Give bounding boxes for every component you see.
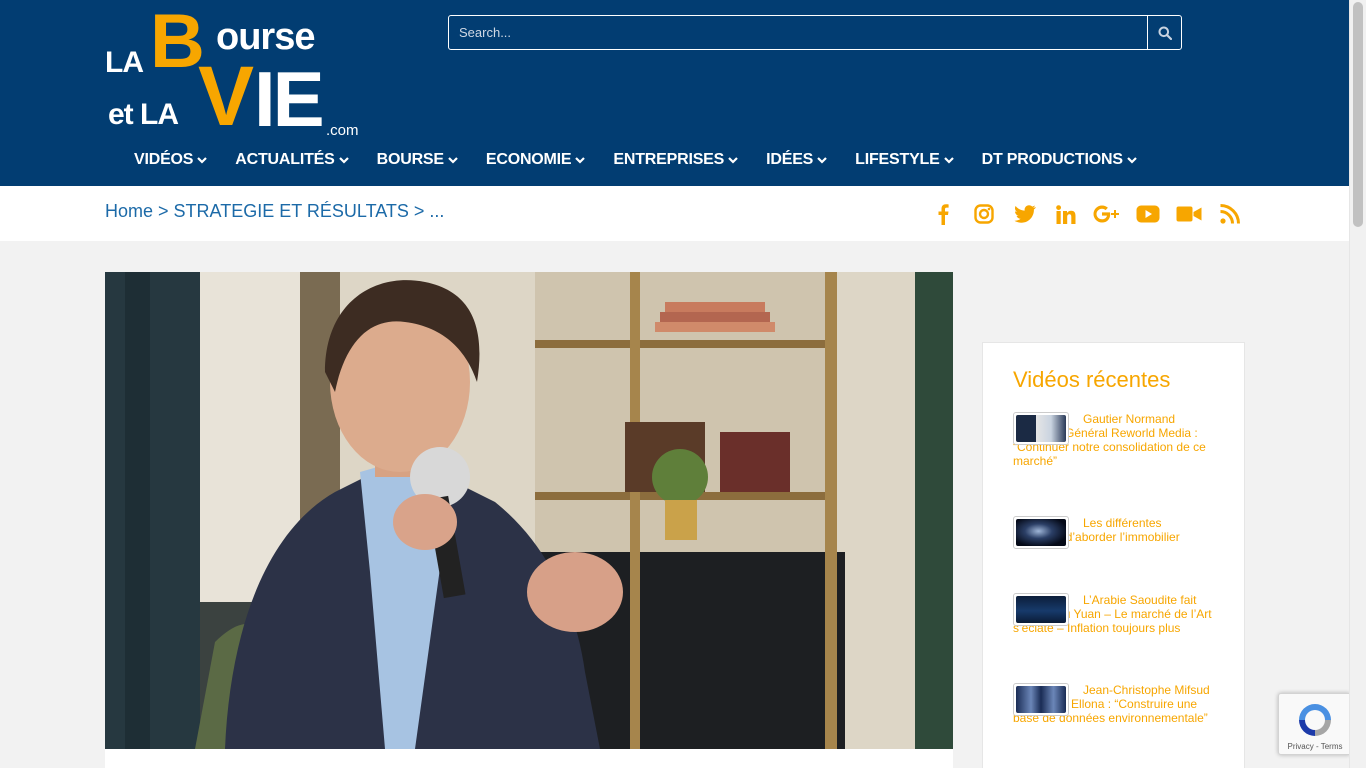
search-input[interactable]: Search...: [448, 15, 1148, 50]
nav-item-videos[interactable]: VIDÉOS: [120, 146, 221, 174]
recent-video-item[interactable]: Les différentes manières d’aborder l’imm…: [1013, 516, 1213, 549]
nav-label: IDÉES: [766, 151, 814, 168]
chevron-down-icon: [197, 156, 208, 164]
nav-item-dt-productions[interactable]: DT PRODUCTIONS: [968, 146, 1151, 174]
chevron-down-icon: [728, 156, 738, 164]
chevron-down-icon: [817, 156, 827, 164]
logo-text-com: .com: [326, 122, 359, 139]
logo-letter-b: B: [150, 0, 205, 84]
recent-video-item[interactable]: Jean-Christophe Mifsud Fondateur Ellona …: [1013, 683, 1213, 725]
nav-item-lifestyle[interactable]: LIFESTYLE: [841, 146, 967, 174]
breadcrumb-separator: >: [408, 201, 430, 221]
breadcrumb-home-link[interactable]: Home: [105, 201, 153, 222]
breadcrumb-current: ...: [429, 201, 445, 221]
chevron-down-icon: [575, 156, 586, 164]
recent-videos-widget: Vidéos récentes Gautier Normand Directeu…: [982, 342, 1245, 768]
chevron-down-icon: [1127, 156, 1137, 164]
widget-title: Vidéos récentes: [1013, 367, 1171, 392]
chevron-down-icon: [448, 156, 458, 164]
nav-item-entreprises[interactable]: ENTREPRISES: [599, 146, 752, 174]
nav-label: BOURSE: [376, 151, 444, 168]
youtube-icon[interactable]: [1127, 200, 1168, 228]
scrollbar-thumb[interactable]: [1353, 2, 1363, 227]
site-logo[interactable]: LA B ourse et LA V IE .com: [104, 0, 374, 143]
featured-video-image[interactable]: [105, 272, 953, 749]
nav-item-actualites[interactable]: ACTUALITÉS: [221, 146, 362, 174]
nav-label: DT PRODUCTIONS: [981, 151, 1123, 168]
logo-text-ie: IE: [254, 55, 325, 143]
nav-label: ECONOMIE: [485, 151, 572, 168]
search-button[interactable]: [1147, 15, 1182, 50]
site-header: LA B ourse et LA V IE .com Search... VID…: [0, 0, 1349, 186]
nav-label: LIFESTYLE: [855, 151, 940, 168]
breadcrumb: Home > STRATEGIE ET RÉSULTATS > ...: [105, 201, 444, 222]
breadcrumb-bar: Home > STRATEGIE ET RÉSULTATS > ...: [0, 186, 1349, 241]
recaptcha-privacy-terms[interactable]: Privacy - Terms: [1279, 742, 1351, 751]
interview-scene-image: [105, 272, 953, 749]
nav-item-economie[interactable]: ECONOMIE: [472, 146, 600, 174]
recent-video-item[interactable]: Gautier Normand Directeur Général Reworl…: [1013, 412, 1213, 468]
instagram-icon[interactable]: [963, 200, 1004, 228]
video-thumbnail[interactable]: [1013, 412, 1069, 445]
logo-text-et-la: et LA: [108, 98, 179, 131]
nav-label: ENTREPRISES: [613, 151, 725, 168]
search-icon: [1158, 26, 1172, 40]
breadcrumb-separator: >: [153, 201, 174, 221]
video-thumbnail[interactable]: [1013, 593, 1069, 626]
main-nav: VIDÉOS ACTUALITÉS BOURSE ECONOMIE ENTREP…: [120, 146, 1151, 174]
social-links: [922, 200, 1250, 228]
nav-label: VIDÉOS: [134, 151, 194, 168]
nav-item-bourse[interactable]: BOURSE: [363, 146, 472, 174]
logo-text-la: LA: [105, 46, 144, 79]
logo-letter-v: V: [198, 49, 255, 143]
chevron-down-icon: [338, 156, 349, 164]
video-camera-icon[interactable]: [1168, 200, 1209, 228]
video-thumbnail[interactable]: [1013, 516, 1069, 549]
page-scrollbar[interactable]: [1349, 0, 1366, 768]
nav-label: ACTUALITÉS: [235, 151, 335, 168]
nav-item-idees[interactable]: IDÉES: [752, 146, 841, 174]
linkedin-icon[interactable]: [1045, 200, 1086, 228]
breadcrumb-category-link[interactable]: STRATEGIE ET RÉSULTATS: [174, 201, 409, 222]
recent-video-item[interactable]: L’Arabie Saoudite fait de l’oeil au Yuan…: [1013, 593, 1213, 635]
recaptcha-icon: [1299, 704, 1331, 736]
facebook-icon[interactable]: [922, 200, 963, 228]
recaptcha-badge[interactable]: Privacy - Terms: [1278, 693, 1350, 755]
chevron-down-icon: [943, 156, 954, 164]
twitter-icon[interactable]: [1004, 200, 1045, 228]
rss-icon[interactable]: [1209, 200, 1250, 228]
video-thumbnail[interactable]: [1013, 683, 1069, 716]
article-content-area: [105, 749, 953, 768]
google-plus-icon[interactable]: [1086, 200, 1127, 228]
